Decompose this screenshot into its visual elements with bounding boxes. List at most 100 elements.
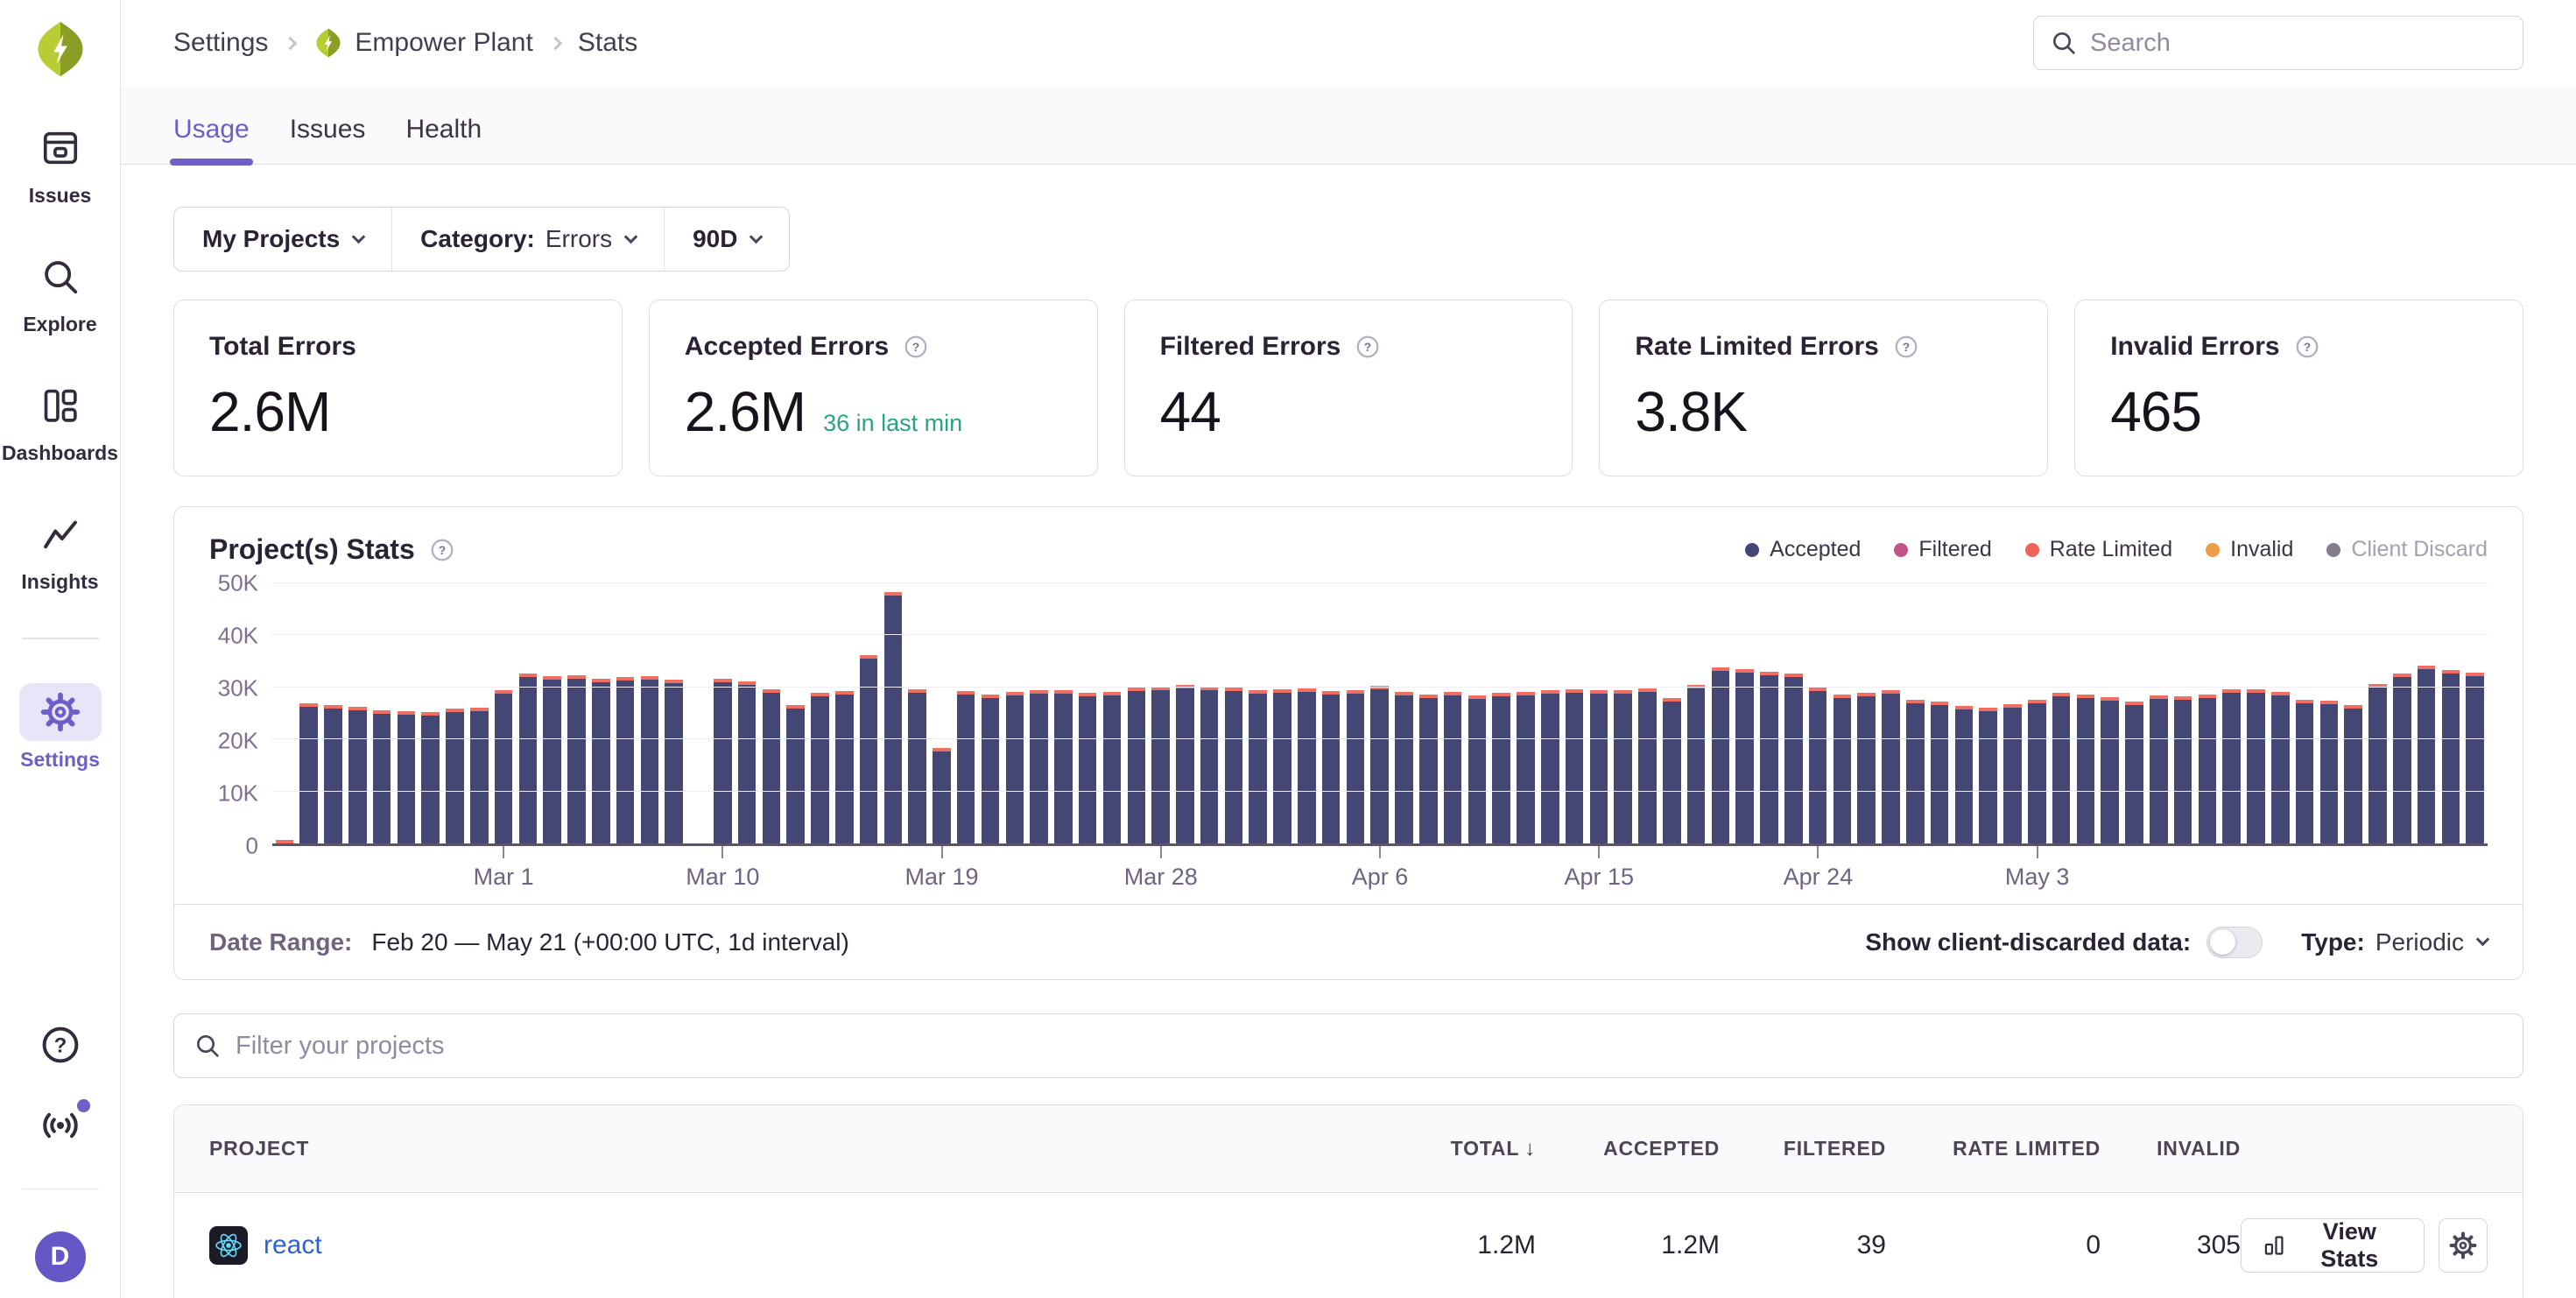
legend-client-discard[interactable]: Client Discard — [2326, 537, 2488, 562]
bar[interactable] — [710, 583, 735, 843]
bar[interactable] — [1440, 583, 1465, 843]
legend-accepted[interactable]: Accepted — [1745, 537, 1861, 562]
bar[interactable] — [1952, 583, 1976, 843]
bar[interactable] — [759, 583, 784, 843]
help-icon[interactable]: ? — [39, 1024, 81, 1066]
tab-health[interactable]: Health — [405, 115, 482, 164]
view-stats-button[interactable]: View Stats — [2241, 1218, 2425, 1273]
user-avatar[interactable]: D — [35, 1231, 86, 1282]
bar[interactable] — [2414, 583, 2439, 843]
bar[interactable] — [1781, 583, 1805, 843]
client-discard-toggle[interactable] — [2206, 927, 2263, 958]
bar[interactable] — [2171, 583, 2195, 843]
bar[interactable] — [905, 583, 930, 843]
bar[interactable] — [1294, 583, 1319, 843]
bar[interactable] — [1636, 583, 1660, 843]
bar[interactable] — [467, 583, 491, 843]
help-circle-icon[interactable]: ? — [1355, 334, 1381, 360]
bar[interactable] — [1976, 583, 2001, 843]
type-dropdown[interactable]: Type: Periodic — [2301, 928, 2488, 956]
bar[interactable] — [930, 583, 954, 843]
bar[interactable] — [637, 583, 662, 843]
bar[interactable] — [2366, 583, 2390, 843]
bar[interactable] — [1805, 583, 1830, 843]
bar[interactable] — [1392, 583, 1417, 843]
bar[interactable] — [394, 583, 419, 843]
bar[interactable] — [954, 583, 978, 843]
project-filter[interactable] — [173, 1013, 2523, 1078]
bar[interactable] — [588, 583, 613, 843]
bar[interactable] — [1659, 583, 1684, 843]
bar[interactable] — [370, 583, 394, 843]
bar[interactable] — [1124, 583, 1149, 843]
breadcrumb-organization[interactable]: Empower Plant — [313, 27, 532, 59]
bar[interactable] — [662, 583, 686, 843]
bar[interactable] — [1855, 583, 1879, 843]
bar[interactable] — [1075, 583, 1100, 843]
sidebar-item-explore[interactable]: Explore — [19, 248, 102, 336]
project-filter-input[interactable] — [236, 1032, 2503, 1061]
bar[interactable] — [1489, 583, 1514, 843]
bar[interactable] — [1221, 583, 1246, 843]
bar[interactable] — [2317, 583, 2341, 843]
bar[interactable] — [832, 583, 856, 843]
bar[interactable] — [2463, 583, 2488, 843]
col-filtered[interactable]: FILTERED — [1720, 1137, 1886, 1160]
bar[interactable] — [1562, 583, 1587, 843]
bar[interactable] — [2439, 583, 2463, 843]
bar[interactable] — [1514, 583, 1538, 843]
col-project[interactable]: PROJECT — [209, 1137, 1352, 1160]
bar[interactable] — [2341, 583, 2366, 843]
bar[interactable] — [1052, 583, 1076, 843]
bar[interactable] — [735, 583, 759, 843]
broadcast-icon[interactable] — [39, 1104, 81, 1146]
help-circle-icon[interactable]: ? — [903, 334, 929, 360]
bar[interactable] — [2146, 583, 2171, 843]
bar[interactable] — [1172, 583, 1197, 843]
bar[interactable] — [978, 583, 1003, 843]
bar[interactable] — [1879, 583, 1904, 843]
bar[interactable] — [297, 583, 321, 843]
bar[interactable] — [2244, 583, 2269, 843]
col-total[interactable]: TOTAL↓ — [1352, 1137, 1536, 1161]
legend-rate-limited[interactable]: Rate Limited — [2025, 537, 2172, 562]
legend-invalid[interactable]: Invalid — [2206, 537, 2293, 562]
category-dropdown[interactable]: Category: Errors — [391, 208, 664, 271]
bar[interactable] — [613, 583, 637, 843]
bar[interactable] — [345, 583, 370, 843]
bar[interactable] — [1587, 583, 1611, 843]
bar[interactable] — [272, 583, 297, 843]
bar[interactable] — [2049, 583, 2073, 843]
project-settings-button[interactable] — [2439, 1218, 2488, 1273]
bar[interactable] — [321, 583, 346, 843]
bar[interactable] — [2024, 583, 2049, 843]
bar[interactable] — [1416, 583, 1440, 843]
bar[interactable] — [540, 583, 565, 843]
bar[interactable] — [2098, 583, 2122, 843]
bar[interactable] — [784, 583, 808, 843]
tab-usage[interactable]: Usage — [173, 115, 250, 164]
bar[interactable] — [443, 583, 468, 843]
bar[interactable] — [1611, 583, 1636, 843]
projects-dropdown[interactable]: My Projects — [174, 208, 391, 271]
bar[interactable] — [1003, 583, 1027, 843]
col-rate-limited[interactable]: RATE LIMITED — [1886, 1137, 2101, 1160]
bar[interactable] — [1246, 583, 1270, 843]
bar[interactable] — [2195, 583, 2220, 843]
bar[interactable] — [1100, 583, 1124, 843]
sidebar-item-insights[interactable]: Insights — [19, 505, 102, 594]
bar[interactable] — [2292, 583, 2317, 843]
breadcrumb-settings[interactable]: Settings — [173, 28, 268, 58]
global-search[interactable] — [2033, 16, 2523, 70]
col-accepted[interactable]: ACCEPTED — [1536, 1137, 1720, 1160]
bar[interactable] — [2073, 583, 2098, 843]
bar[interactable] — [1319, 583, 1343, 843]
help-circle-icon[interactable]: ? — [2294, 334, 2320, 360]
bar[interactable] — [491, 583, 516, 843]
bar[interactable] — [2268, 583, 2292, 843]
period-dropdown[interactable]: 90D — [664, 208, 789, 271]
bar[interactable] — [1684, 583, 1708, 843]
bar[interactable] — [1708, 583, 1733, 843]
col-invalid[interactable]: INVALID — [2101, 1137, 2241, 1160]
sidebar-item-issues[interactable]: Issues — [19, 119, 102, 208]
